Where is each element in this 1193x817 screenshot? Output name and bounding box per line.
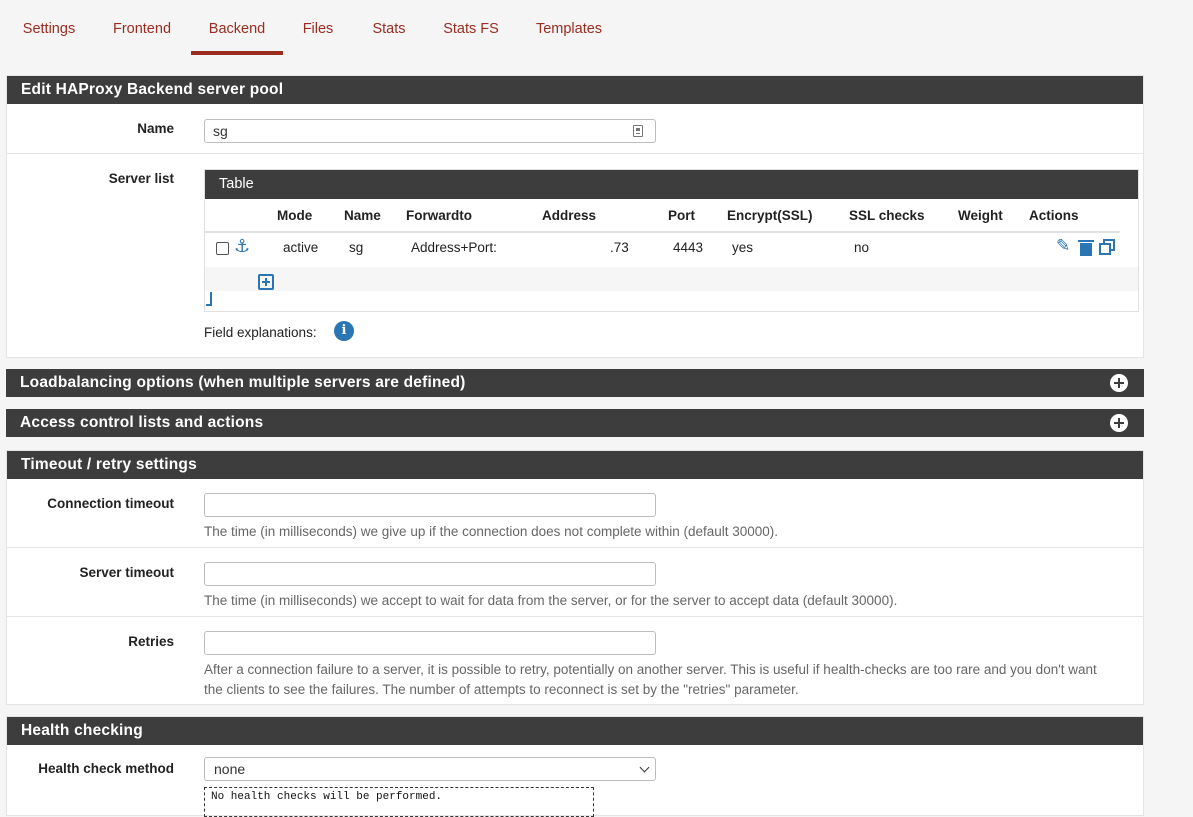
expand-plus-icon[interactable] bbox=[1110, 414, 1128, 432]
password-manager-icon[interactable] bbox=[633, 125, 643, 137]
name-label: Name bbox=[137, 121, 174, 136]
cell-encrypt: yes bbox=[732, 240, 754, 255]
col-header-mode: Mode bbox=[277, 208, 313, 223]
tab-files[interactable]: Files bbox=[294, 0, 342, 56]
anchor-icon[interactable]: ⚓ bbox=[234, 236, 250, 256]
retries-help-line1: After a connection failure to a server, … bbox=[204, 662, 1097, 677]
table-footer-bar bbox=[205, 267, 1138, 291]
edit-backend-panel: Edit HAProxy Backend server pool Name Se… bbox=[6, 75, 1144, 358]
server-table-title: Table bbox=[205, 170, 1138, 199]
acl-title-text: Access control lists and actions bbox=[20, 414, 264, 431]
loadbalancing-title-text: Loadbalancing options (when multiple ser… bbox=[20, 374, 466, 391]
timeout-panel: Timeout / retry settings Connection time… bbox=[6, 450, 1144, 705]
add-row-icon[interactable] bbox=[258, 274, 274, 290]
connection-timeout-input[interactable] bbox=[204, 493, 656, 517]
cell-forwardto: Address+Port: bbox=[411, 240, 497, 255]
health-panel-title: Health checking bbox=[7, 717, 1143, 745]
tab-settings[interactable]: Settings bbox=[13, 0, 85, 56]
table-header-divider bbox=[205, 231, 1120, 233]
health-check-note: No health checks will be performed. bbox=[204, 787, 594, 817]
loadbalancing-panel: Loadbalancing options (when multiple ser… bbox=[6, 369, 1144, 397]
retries-help-line2: the clients to see the failures. The num… bbox=[204, 682, 799, 697]
top-tab-bar: Settings Frontend Backend Files Stats St… bbox=[0, 0, 1193, 56]
server-timeout-help: The time (in milliseconds) we accept to … bbox=[204, 593, 898, 608]
server-timeout-label: Server timeout bbox=[79, 565, 174, 580]
tab-stats-fs[interactable]: Stats FS bbox=[435, 0, 507, 56]
expand-plus-icon[interactable] bbox=[1110, 374, 1128, 392]
col-header-address: Address bbox=[542, 208, 597, 223]
server-timeout-row: Server timeout The time (in milliseconds… bbox=[7, 548, 1143, 617]
health-panel: Health checking Health check method none… bbox=[6, 716, 1144, 817]
acl-panel-title[interactable]: Access control lists and actions bbox=[6, 409, 1144, 437]
health-method-label: Health check method bbox=[38, 761, 174, 776]
info-icon[interactable]: i bbox=[334, 321, 354, 341]
health-method-select[interactable]: none bbox=[204, 757, 656, 781]
server-table: Table Mode Name Forwardto Address Port E… bbox=[204, 169, 1139, 312]
connection-timeout-label: Connection timeout bbox=[47, 496, 174, 511]
server-list-row: Server list Table Mode Name Forwardto Ad… bbox=[7, 155, 1143, 358]
tab-templates[interactable]: Templates bbox=[528, 0, 610, 56]
tab-stats[interactable]: Stats bbox=[362, 0, 416, 56]
retries-input[interactable] bbox=[204, 631, 656, 655]
cell-ssl-checks: no bbox=[854, 240, 870, 255]
acl-panel: Access control lists and actions bbox=[6, 409, 1144, 437]
chevron-down-icon bbox=[639, 762, 650, 773]
health-method-value: none bbox=[214, 761, 246, 777]
tab-frontend[interactable]: Frontend bbox=[104, 0, 180, 56]
edit-backend-panel-title: Edit HAProxy Backend server pool bbox=[7, 76, 1143, 104]
server-list-label: Server list bbox=[108, 171, 174, 186]
cell-address: .73 bbox=[610, 240, 629, 255]
name-row: Name bbox=[7, 105, 1143, 154]
connection-timeout-row: Connection timeout The time (in millisec… bbox=[7, 479, 1143, 548]
loadbalancing-panel-title[interactable]: Loadbalancing options (when multiple ser… bbox=[6, 369, 1144, 397]
server-timeout-input[interactable] bbox=[204, 562, 656, 586]
col-header-weight: Weight bbox=[958, 208, 1003, 223]
cell-mode: active bbox=[283, 240, 319, 255]
col-header-forwardto: Forwardto bbox=[406, 208, 472, 223]
retries-label: Retries bbox=[128, 634, 174, 649]
col-header-ssl-checks: SSL checks bbox=[849, 208, 925, 223]
row-resize-icon[interactable] bbox=[206, 292, 216, 308]
tab-backend[interactable]: Backend bbox=[191, 0, 283, 56]
col-header-name: Name bbox=[344, 208, 381, 223]
edit-pencil-icon[interactable]: ✎ bbox=[1056, 237, 1070, 255]
field-explanations-label: Field explanations: bbox=[204, 325, 317, 340]
col-header-actions: Actions bbox=[1029, 208, 1079, 223]
timeout-panel-title: Timeout / retry settings bbox=[7, 451, 1143, 479]
cell-port: 4443 bbox=[673, 240, 704, 255]
col-header-port: Port bbox=[668, 208, 695, 223]
col-header-encrypt: Encrypt(SSL) bbox=[727, 208, 813, 223]
cell-name: sg bbox=[349, 240, 364, 255]
health-method-row: Health check method none No health check… bbox=[7, 745, 1143, 817]
row-select-checkbox[interactable] bbox=[216, 242, 229, 255]
copy-icon[interactable] bbox=[1099, 239, 1115, 255]
name-input[interactable] bbox=[204, 119, 656, 143]
retries-row: Retries After a connection failure to a … bbox=[7, 617, 1143, 705]
delete-trash-icon[interactable] bbox=[1078, 240, 1094, 256]
connection-timeout-help: The time (in milliseconds) we give up if… bbox=[204, 524, 779, 539]
